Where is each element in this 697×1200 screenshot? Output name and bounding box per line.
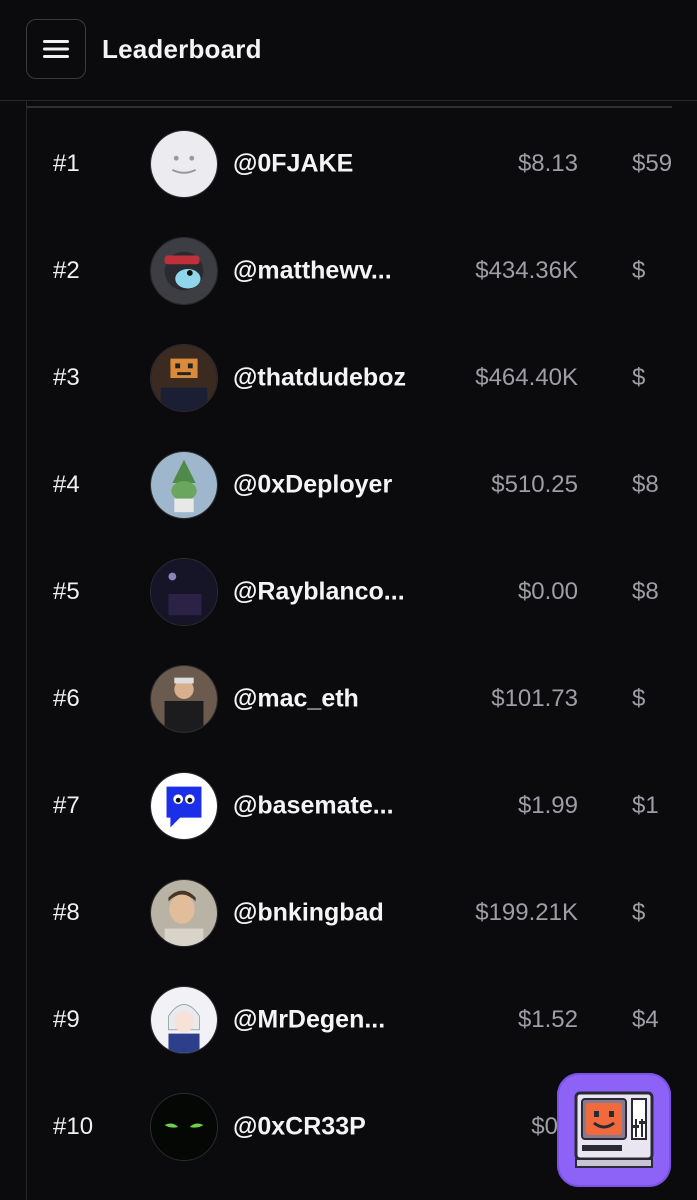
retro-computer-smiley-icon xyxy=(574,1091,654,1168)
user-handle[interactable]: @bnkingbad xyxy=(233,898,384,927)
value-cell: $8.13 xyxy=(517,149,578,177)
rank-label: #4 xyxy=(53,470,80,498)
page-title: Leaderboard xyxy=(102,34,262,64)
value-cell: $199.21K xyxy=(475,898,578,926)
divider xyxy=(27,106,672,108)
leaderboard-row[interactable]: #7 @basemate... $1.99 $1 xyxy=(27,752,697,859)
value-cell-secondary: $ xyxy=(632,363,646,391)
value-cell-secondary: $8 xyxy=(632,577,659,605)
rank-label: #1 xyxy=(53,149,80,177)
value-cell-secondary: $ xyxy=(632,684,646,712)
leaderboard-row[interactable]: #9 @MrDegen... $1.52 $4 xyxy=(27,966,697,1073)
cartoon-character-avatar xyxy=(150,236,218,305)
user-handle[interactable]: @thatdudeboz xyxy=(233,363,406,392)
rank-label: #3 xyxy=(53,363,80,391)
rank-label: #7 xyxy=(53,791,80,819)
assistant-fab-button[interactable] xyxy=(557,1073,671,1187)
user-handle[interactable]: @0FJAKE xyxy=(233,149,353,178)
leaderboard-row[interactable]: #8 @bnkingbad $199.21K $ xyxy=(27,859,697,966)
leaderboard-row[interactable]: #3 @thatdudeboz $464.40K $ xyxy=(27,324,697,431)
user-handle[interactable]: @mac_eth xyxy=(233,684,359,713)
value-cell-secondary: $1 xyxy=(632,791,659,819)
menu-button[interactable] xyxy=(26,19,86,79)
hamburger-menu-icon xyxy=(43,40,69,58)
rank-label: #2 xyxy=(53,256,80,284)
user-handle[interactable]: @basemate... xyxy=(233,791,394,820)
pixel-robot-avatar xyxy=(150,343,218,412)
user-handle[interactable]: @matthewv... xyxy=(233,256,392,285)
value-cell-secondary: $4 xyxy=(632,1005,659,1033)
value-cell: $510.25 xyxy=(491,470,578,498)
green-eyes-avatar xyxy=(150,1092,218,1161)
leaderboard-row[interactable]: #1 @0FJAKE $8.13 $59 xyxy=(27,110,697,217)
night-scene-avatar xyxy=(150,557,218,626)
leaderboard-row[interactable]: #5 @Rayblanco... $0.00 $8 xyxy=(27,538,697,645)
frog-wizard-avatar xyxy=(150,450,218,519)
user-handle[interactable]: @Rayblanco... xyxy=(233,577,405,606)
value-cell-secondary: $ xyxy=(632,256,646,284)
value-cell: $101.73 xyxy=(491,684,578,712)
leaderboard-row[interactable]: #2 @matthewv... $434.36K $ xyxy=(27,217,697,324)
value-cell-secondary: $59 xyxy=(632,149,673,177)
value-cell: $1.99 xyxy=(517,791,578,819)
user-handle[interactable]: @0xCR33P xyxy=(233,1112,366,1141)
value-cell: $434.36K xyxy=(475,256,578,284)
user-handle[interactable]: @0xDeployer xyxy=(233,470,392,499)
rank-label: #10 xyxy=(53,1112,94,1140)
rank-label: #6 xyxy=(53,684,80,712)
blue-chat-bubble-avatar xyxy=(150,771,218,840)
value-cell: $0.00 xyxy=(517,577,578,605)
rank-label: #9 xyxy=(53,1005,80,1033)
value-cell: $464.40K xyxy=(475,363,578,391)
value-cell-secondary: $8 xyxy=(632,470,659,498)
value-cell: $1.52 xyxy=(517,1005,578,1033)
leaderboard-row[interactable]: #6 @mac_eth $101.73 $ xyxy=(27,645,697,752)
value-cell-secondary: $ xyxy=(632,898,646,926)
leaderboard-list: #1 @0FJAKE $8.13 $59 #2 @matthewv... $43… xyxy=(26,101,697,1200)
leaderboard-row[interactable]: #4 @0xDeployer $510.25 $8 xyxy=(27,431,697,538)
user-handle[interactable]: @MrDegen... xyxy=(233,1005,385,1034)
anime-character-avatar xyxy=(150,985,218,1054)
smiley-face-avatar xyxy=(150,129,218,198)
portrait-photo-avatar xyxy=(150,878,218,947)
rank-label: #8 xyxy=(53,898,80,926)
app-header: Leaderboard xyxy=(0,0,697,101)
rank-label: #5 xyxy=(53,577,80,605)
person-photo-avatar xyxy=(150,664,218,733)
